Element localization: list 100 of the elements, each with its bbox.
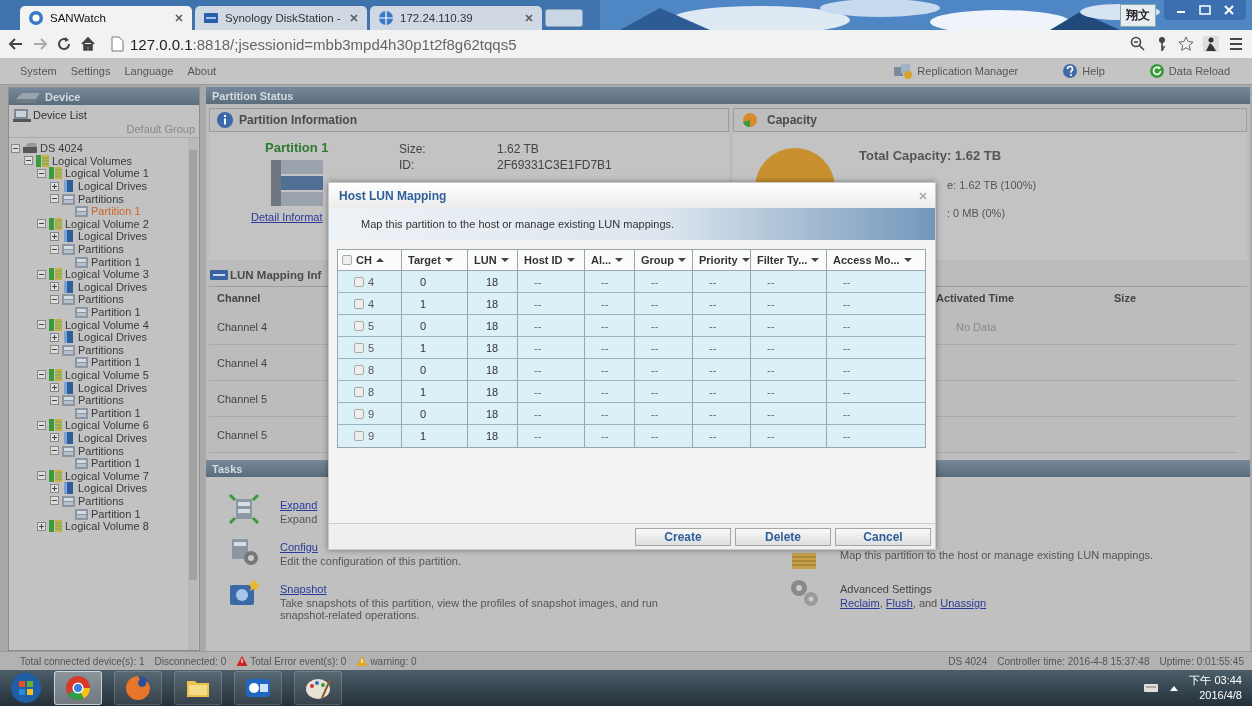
taskbar-button[interactable] [234, 671, 282, 705]
expand-icon[interactable] [50, 383, 59, 393]
tree-item[interactable]: Partitions [78, 444, 124, 457]
menu-icon[interactable] [1228, 36, 1244, 52]
column-header[interactable]: CH [338, 250, 402, 271]
expand-icon[interactable] [50, 282, 59, 292]
help-icon[interactable] [1062, 63, 1079, 79]
scrollbar[interactable] [188, 138, 198, 650]
tree-item[interactable]: Partitions [78, 192, 124, 205]
detail-link[interactable]: Detail Informat [251, 211, 323, 223]
menu-item[interactable]: Settings [70, 65, 111, 77]
caret-icon[interactable] [500, 257, 509, 263]
column-header[interactable]: Filter Ty... [751, 250, 827, 271]
task-link[interactable]: Snapshot [280, 583, 680, 595]
expand-disk-icon[interactable] [228, 493, 260, 525]
collapse-icon[interactable] [37, 269, 46, 279]
tree-item[interactable]: Logical Drives [78, 230, 148, 243]
home-icon[interactable] [80, 36, 96, 52]
collapse-icon[interactable] [37, 320, 46, 330]
dialog-button[interactable]: Create [635, 527, 731, 546]
ime-indicator[interactable]: 翔文 [1120, 4, 1156, 27]
expand-icon[interactable] [50, 231, 59, 241]
sort-up-icon[interactable] [375, 257, 384, 263]
tree-item[interactable]: Partitions [78, 494, 124, 507]
tree-item[interactable]: Partitions [78, 243, 124, 256]
maximize-icon[interactable] [1198, 4, 1212, 16]
tree-item[interactable]: Logical Volume 1 [65, 167, 149, 180]
collapse-icon[interactable] [37, 219, 46, 229]
clock-time[interactable]: 下午 03:44 [1189, 673, 1242, 688]
expand-icon[interactable] [37, 521, 46, 531]
expand-icon[interactable] [50, 332, 59, 342]
checkbox[interactable] [354, 364, 364, 375]
caret-icon[interactable] [741, 257, 750, 263]
expand-icon[interactable] [50, 181, 59, 191]
checkbox[interactable] [354, 342, 364, 353]
tree-item[interactable]: Logical Volumes [52, 154, 133, 167]
checkbox[interactable] [354, 320, 364, 331]
collapse-icon[interactable] [50, 446, 59, 456]
checkbox[interactable] [354, 276, 364, 287]
tree-item[interactable]: DS 4024 [40, 142, 83, 155]
column-header[interactable]: LUN [468, 250, 518, 271]
tree-item[interactable]: Partition 1 [91, 457, 141, 470]
column-header[interactable]: Access Mo... [827, 250, 925, 271]
collapse-icon[interactable] [11, 143, 20, 153]
tree-item[interactable]: Partitions [78, 343, 124, 356]
checkbox[interactable] [354, 386, 364, 397]
tree-item[interactable]: Logical Volume 6 [65, 419, 149, 432]
close-icon[interactable] [524, 13, 534, 23]
collapse-icon[interactable] [50, 345, 59, 355]
caret-icon[interactable] [811, 257, 820, 263]
column-header[interactable]: Group [635, 250, 693, 271]
close-icon[interactable] [349, 13, 359, 23]
expand-icon[interactable] [50, 433, 59, 443]
tree-item[interactable]: Logical Volume 3 [65, 268, 149, 281]
menu-item[interactable]: Data Reload [1168, 65, 1230, 77]
star-icon[interactable] [1178, 36, 1194, 52]
caret-icon[interactable] [1169, 684, 1180, 692]
close-icon[interactable] [1222, 4, 1236, 16]
checkbox[interactable] [354, 298, 364, 309]
task-link[interactable]: Unassign [940, 597, 987, 609]
column-header[interactable]: Size [1114, 292, 1136, 304]
collapse-icon[interactable] [50, 194, 59, 204]
collapse-icon[interactable] [50, 496, 59, 506]
collapse-icon[interactable] [24, 156, 33, 166]
tree-item[interactable]: Logical Drives [78, 381, 148, 394]
tree-item[interactable]: Logical Drives [78, 431, 148, 444]
tree-item[interactable]: Partition 1 [91, 255, 141, 268]
taskbar-button[interactable] [174, 671, 222, 705]
collapse-icon[interactable] [37, 169, 46, 178]
collapse-icon[interactable] [37, 471, 46, 481]
caret-icon[interactable] [903, 257, 912, 263]
tree-item[interactable]: Partition 1 [91, 356, 141, 369]
task-link[interactable]: Flush [885, 597, 913, 609]
menu-item[interactable]: Replication Manager [917, 65, 1019, 77]
tree-item[interactable]: Partitions [78, 293, 124, 306]
menu-item[interactable]: Help [1082, 65, 1105, 77]
collapse-icon[interactable] [50, 395, 59, 405]
column-header[interactable]: Channel [217, 292, 261, 304]
collapse-icon[interactable] [50, 294, 59, 304]
clock-date[interactable]: 2016/4/8 [1199, 688, 1242, 703]
menu-item[interactable]: System [20, 65, 57, 77]
collapse-icon[interactable] [37, 370, 46, 380]
tree-item[interactable]: Logical Volume 4 [65, 318, 149, 331]
window-controls[interactable] [1164, 0, 1246, 20]
zoom-icon[interactable] [1130, 36, 1146, 52]
collapse-icon[interactable] [50, 244, 59, 254]
menu-item[interactable]: About [187, 65, 217, 77]
url-text[interactable]: 127.0.0.1:8818/;jsessionid=mbb3mpd4h30p1t2f8g62tqqs5 [130, 35, 517, 53]
reload-icon[interactable] [56, 36, 72, 52]
checkbox[interactable] [354, 431, 364, 441]
column-header[interactable]: Priority [693, 250, 751, 271]
checkbox[interactable] [354, 408, 364, 419]
tree-item[interactable]: Logical Volume 5 [65, 369, 149, 381]
figure-icon[interactable] [1202, 35, 1220, 53]
menu-item[interactable]: Language [124, 65, 174, 77]
browser-tab[interactable]: Synology DiskStation - [195, 6, 367, 30]
task-link[interactable]: Reclaim [840, 597, 880, 609]
column-header[interactable]: Activated Time [936, 292, 1015, 304]
start-button[interactable] [10, 672, 42, 704]
tree-item[interactable]: Logical Drives [78, 180, 148, 193]
